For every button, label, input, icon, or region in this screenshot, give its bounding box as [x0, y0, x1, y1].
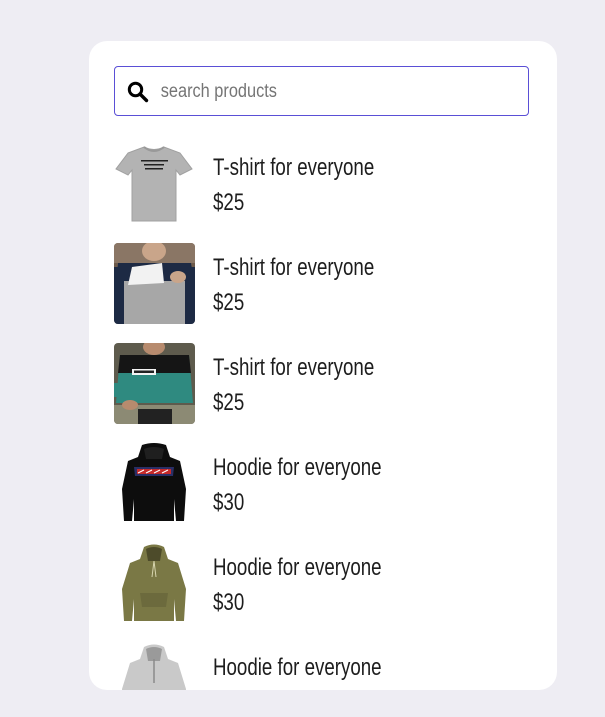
product-price: $30 [213, 489, 245, 516]
search-icon [126, 80, 150, 104]
product-price: $30 [213, 589, 245, 616]
product-price: $25 [213, 289, 245, 316]
colorblock-shirt-image[interactable] [114, 243, 195, 324]
product-name[interactable]: Hoodie for everyone [213, 654, 382, 682]
product-item[interactable]: T-shirt for everyone $25 [114, 141, 534, 241]
product-name[interactable]: Hoodie for everyone [213, 454, 382, 482]
black-hoodie-image[interactable] [114, 443, 195, 524]
product-name[interactable]: T-shirt for everyone [213, 254, 374, 282]
product-price: $25 [213, 389, 245, 416]
search-bar[interactable] [114, 66, 529, 116]
product-name[interactable]: T-shirt for everyone [213, 154, 374, 182]
product-name[interactable]: Hoodie for everyone [213, 554, 382, 582]
product-item[interactable]: Hoodie for everyone $30 [114, 541, 534, 641]
grey-tshirt-image[interactable] [114, 143, 195, 224]
product-item[interactable]: T-shirt for everyone $25 [114, 341, 534, 441]
product-list: T-shirt for everyone $25 T-shirt for eve… [114, 141, 534, 690]
product-search-card: T-shirt for everyone $25 T-shirt for eve… [89, 41, 557, 690]
product-item[interactable]: T-shirt for everyone $25 [114, 241, 534, 341]
teal-sweatshirt-image[interactable] [114, 343, 195, 424]
product-item[interactable]: Hoodie for everyone $30 [114, 441, 534, 541]
search-input[interactable] [159, 75, 473, 109]
olive-hoodie-image[interactable] [114, 543, 195, 624]
product-item[interactable]: Hoodie for everyone [114, 641, 534, 690]
product-price: $25 [213, 189, 245, 216]
product-name[interactable]: T-shirt for everyone [213, 354, 374, 382]
grey-hoodie-image[interactable] [114, 643, 195, 690]
